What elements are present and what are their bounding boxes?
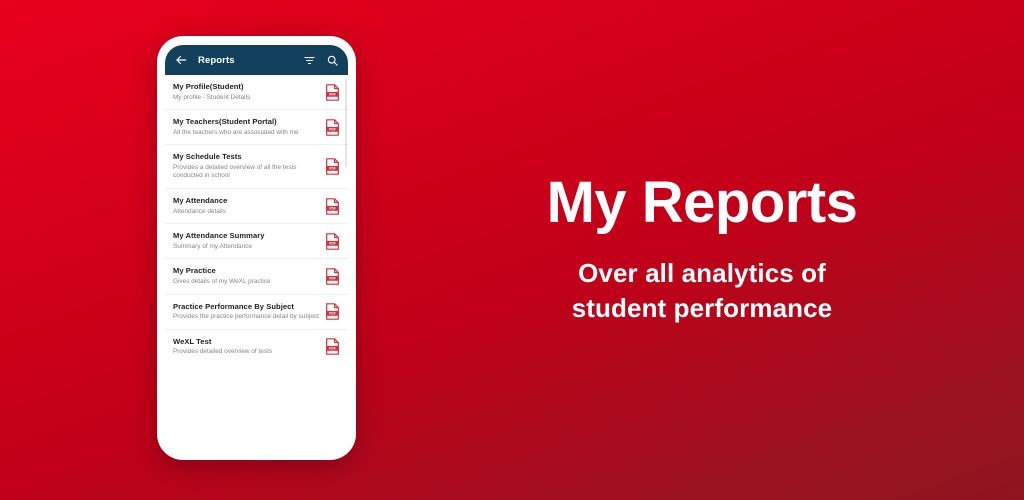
report-list[interactable]: My Profile(Student) My profile - Student … — [165, 75, 348, 451]
filter-icon[interactable] — [302, 53, 317, 68]
list-bottom-fade — [165, 425, 348, 451]
app-bar-title: Reports — [198, 54, 235, 66]
list-item-title: My Profile(Student) — [173, 82, 244, 91]
list-item-text: My Profile(Student) My profile - Student … — [173, 82, 325, 102]
pdf-icon[interactable]: PDF — [325, 233, 340, 250]
pdf-icon[interactable]: PDF — [325, 338, 340, 356]
list-item-subtitle: Provides a detailed overview of all the … — [173, 163, 297, 180]
list-item-title: My Practice — [173, 266, 216, 276]
list-item[interactable]: WeXL Test Provides detailed overview of t… — [165, 329, 348, 364]
svg-text:PDF: PDF — [329, 167, 336, 171]
list-item[interactable]: Practice Performance By Subject Provides … — [165, 294, 348, 330]
promo-heading: My Reports — [546, 169, 858, 235]
list-item-text: My Teachers(Student Portal) All the teach… — [173, 117, 325, 137]
list-item-text: My Schedule Tests Provides a detailed ove… — [173, 152, 325, 181]
pdf-icon[interactable]: PDF — [325, 158, 340, 175]
list-item-title: My Attendance Summary — [173, 231, 265, 241]
promo-banner: Reports My Profile(Student) My profile -… — [0, 0, 1024, 500]
phone-screen: Reports My Profile(Student) My profile -… — [165, 45, 348, 451]
promo-subtitle-line-1: Over all analytics of — [578, 257, 826, 288]
list-item-title: My Attendance — [173, 196, 228, 206]
promo-subtitle-line-2: student performance — [571, 293, 833, 324]
list-item-subtitle: All the teachers who are associated with… — [173, 128, 299, 136]
list-item[interactable]: My Attendance Summary Summary of my Atten… — [165, 224, 348, 260]
svg-text:PDF: PDF — [329, 312, 336, 316]
svg-text:PDF: PDF — [329, 92, 336, 96]
pdf-icon[interactable]: PDF — [325, 303, 340, 320]
svg-text:PDF: PDF — [329, 277, 336, 281]
list-item-subtitle: Attendance details — [173, 207, 226, 215]
list-item-subtitle: Gives details of my WeXL practice — [173, 277, 271, 285]
list-item[interactable]: My Teachers(Student Portal) All the teach… — [165, 110, 348, 146]
list-item-text: My Practice Gives details of my WeXL prac… — [173, 266, 325, 286]
svg-text:PDF: PDF — [329, 206, 336, 210]
app-bar: Reports — [165, 45, 348, 75]
back-arrow-icon[interactable] — [173, 53, 188, 68]
list-item[interactable]: My Schedule Tests Provides a detailed ove… — [165, 145, 348, 190]
list-item-text: My Attendance Attendance details — [173, 196, 325, 216]
pdf-icon[interactable]: PDF — [325, 197, 340, 215]
list-item-title: My Teachers(Student Portal) — [173, 117, 277, 127]
list-item-subtitle: Provides the practice performance detail… — [173, 313, 319, 321]
promo-copy: My Reports Over all analytics of student… — [400, 0, 1004, 500]
pdf-icon[interactable]: PDF — [325, 268, 340, 285]
list-item-text: WeXL Test Provides detailed overview of t… — [173, 337, 325, 357]
svg-text:PDF: PDF — [329, 242, 336, 246]
pdf-icon[interactable]: PDF — [325, 83, 340, 101]
list-item-title: WeXL Test — [173, 336, 212, 346]
list-item-subtitle: Summary of my Attendance — [173, 242, 252, 250]
list-item-subtitle: Provides detailed overview of tests — [173, 348, 273, 356]
pdf-icon[interactable]: PDF — [325, 118, 340, 136]
svg-text:PDF: PDF — [329, 127, 336, 131]
list-item-text: My Attendance Summary Summary of my Atten… — [173, 231, 325, 251]
search-icon[interactable] — [325, 53, 340, 68]
list-item-title: Practice Performance By Subject — [173, 301, 294, 311]
list-item[interactable]: My Practice Gives details of my WeXL prac… — [165, 259, 348, 295]
list-item[interactable]: My Profile(Student) My profile - Student … — [165, 75, 348, 111]
list-item[interactable]: My Attendance Attendance details PDF — [165, 189, 348, 225]
phone-mockup: Reports My Profile(Student) My profile -… — [157, 36, 356, 460]
list-item-title: My Schedule Tests — [173, 152, 242, 162]
report-list-rows: My Profile(Student) My profile - Student … — [165, 75, 348, 364]
list-item-subtitle: My profile - Student Details — [173, 93, 251, 101]
scrollbar[interactable] — [345, 79, 347, 167]
list-item-text: Practice Performance By Subject Provides … — [173, 302, 325, 322]
svg-text:PDF: PDF — [329, 347, 336, 351]
